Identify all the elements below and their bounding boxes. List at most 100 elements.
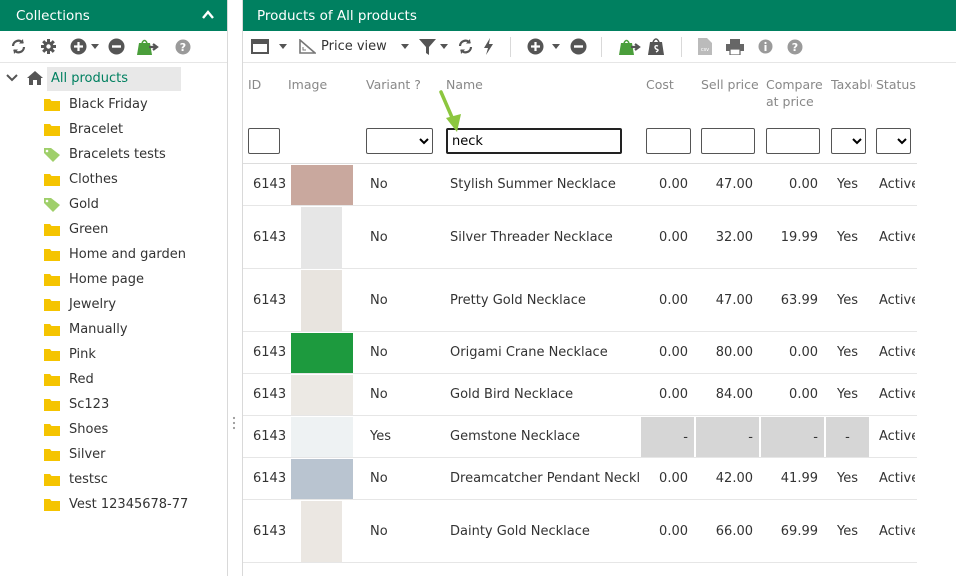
caret-down-icon[interactable] bbox=[279, 43, 287, 50]
tree-item[interactable]: Home and garden bbox=[44, 242, 186, 267]
cell-status: Active bbox=[879, 523, 915, 539]
csv-file-icon[interactable]: csv bbox=[697, 38, 712, 55]
col-header-variant[interactable]: Variant ? bbox=[366, 76, 441, 93]
tree-item[interactable]: Silver bbox=[44, 442, 106, 467]
tree-item[interactable]: testsc bbox=[44, 467, 108, 492]
table-row[interactable]: 6143YesGemstone Necklace----Active bbox=[243, 416, 917, 458]
id-filter-input[interactable] bbox=[248, 128, 280, 154]
cost-filter-input[interactable] bbox=[646, 128, 691, 154]
cell-sell: 47.00 bbox=[715, 177, 753, 192]
cell-name[interactable]: Dreamcatcher Pendant Necklace bbox=[446, 458, 640, 499]
cell-name[interactable]: Origami Crane Necklace bbox=[446, 332, 640, 373]
products-toolbar: Price view csv ? bbox=[243, 31, 956, 63]
col-header-sell-price[interactable]: Sell price bbox=[701, 76, 761, 93]
folder-icon bbox=[44, 398, 61, 411]
cell-status: Active bbox=[879, 429, 915, 444]
table-row[interactable]: 6143 No Dreamcatcher Pendant Necklace 0.00 4… bbox=[243, 458, 917, 500]
taxable-filter-select[interactable] bbox=[831, 128, 866, 154]
product-thumbnail[interactable] bbox=[301, 207, 342, 268]
cell-name[interactable]: Dainty Gold Necklace bbox=[446, 500, 640, 562]
tree-item[interactable]: Home page bbox=[44, 267, 144, 292]
col-header-image[interactable]: Image bbox=[288, 76, 358, 93]
name-filter-input[interactable] bbox=[446, 128, 622, 154]
remove-icon[interactable] bbox=[108, 38, 125, 55]
cell-sell: 84.00 bbox=[715, 387, 753, 402]
product-thumbnail[interactable] bbox=[301, 270, 342, 331]
tree-item[interactable]: Sc123 bbox=[44, 392, 109, 417]
product-thumbnail[interactable] bbox=[291, 417, 353, 457]
table-row[interactable]: 6143 No Stylish Summer Necklace 0.00 47.00 0.… bbox=[243, 164, 917, 206]
cell-taxable: Yes bbox=[837, 229, 858, 245]
table-row[interactable]: 6143 No Pretty Gold Necklace 0.00 47.00 63.99… bbox=[243, 269, 917, 332]
tree-item[interactable]: Shoes bbox=[44, 417, 108, 442]
remove-icon[interactable] bbox=[570, 38, 587, 55]
tree-item[interactable]: Manually bbox=[44, 317, 128, 342]
col-header-name[interactable]: Name bbox=[446, 76, 636, 93]
cell-name[interactable]: Pretty Gold Necklace bbox=[446, 269, 640, 331]
cell-name[interactable]: Gold Bird Necklace bbox=[446, 374, 640, 415]
sell-price-filter-input[interactable] bbox=[701, 128, 755, 154]
cell-id: 6143 bbox=[253, 523, 286, 539]
variant-filter-select[interactable] bbox=[366, 128, 433, 154]
col-header-id[interactable]: ID bbox=[248, 76, 288, 93]
tree-item[interactable]: Jewelry bbox=[44, 292, 116, 317]
tree-item[interactable]: Clothes bbox=[44, 167, 118, 192]
help-icon[interactable]: ? bbox=[175, 39, 191, 55]
tree-item[interactable]: Bracelet bbox=[44, 117, 123, 142]
caret-down-icon[interactable] bbox=[400, 43, 409, 50]
tree-item[interactable]: Red bbox=[44, 367, 94, 392]
tree-item[interactable]: Black Friday bbox=[44, 92, 148, 117]
cell-name[interactable]: Silver Threader Necklace bbox=[446, 206, 640, 268]
product-thumbnail[interactable] bbox=[291, 333, 353, 373]
tree-root-all-products[interactable]: All products bbox=[0, 67, 228, 91]
cell-name[interactable]: Stylish Summer Necklace bbox=[446, 164, 640, 205]
tree-item[interactable]: Bracelets tests bbox=[44, 142, 166, 167]
table-row[interactable]: 6143 No Gold Bird Necklace 0.00 84.00 0.00 Yes… bbox=[243, 374, 917, 416]
help-icon[interactable]: ? bbox=[787, 39, 803, 55]
compare-price-filter-input[interactable] bbox=[766, 128, 820, 154]
product-thumbnail[interactable] bbox=[291, 459, 353, 499]
table-row[interactable]: 6143 No Dainty Gold Necklace 0.00 66.00 69.99… bbox=[243, 500, 917, 563]
product-thumbnail[interactable] bbox=[291, 375, 353, 415]
table-row[interactable]: 6143 No Silver Threader Necklace 0.00 32.00 1… bbox=[243, 206, 917, 269]
window-icon[interactable] bbox=[251, 39, 269, 54]
gear-icon[interactable] bbox=[40, 38, 57, 55]
caret-down-icon[interactable] bbox=[439, 43, 448, 50]
cell-compare: - bbox=[761, 417, 824, 457]
folder-icon bbox=[44, 273, 61, 286]
shopify-sync-icon[interactable] bbox=[618, 38, 642, 56]
tree-item[interactable]: Vest 12345678-77 bbox=[44, 492, 188, 517]
shopify-bag-icon[interactable] bbox=[647, 37, 665, 56]
add-icon[interactable] bbox=[527, 38, 544, 55]
price-view-dropdown[interactable]: Price view bbox=[321, 39, 387, 54]
chevron-down-icon[interactable] bbox=[6, 73, 18, 83]
lightning-icon[interactable] bbox=[483, 38, 494, 55]
product-thumbnail[interactable] bbox=[301, 501, 342, 562]
col-header-status[interactable]: Status bbox=[876, 76, 917, 93]
caret-down-icon[interactable] bbox=[551, 43, 560, 50]
folder-icon bbox=[44, 373, 61, 386]
add-icon[interactable] bbox=[70, 38, 87, 55]
cell-status: Active bbox=[879, 177, 915, 192]
cell-name[interactable]: Gemstone Necklace bbox=[446, 416, 640, 457]
chevron-up-icon[interactable] bbox=[201, 8, 215, 22]
refresh-icon[interactable] bbox=[10, 38, 27, 55]
shopify-sync-icon[interactable] bbox=[136, 38, 160, 56]
col-header-taxable[interactable]: Taxable bbox=[831, 76, 872, 93]
tree-item[interactable]: Green bbox=[44, 217, 108, 242]
cell-compare: 41.99 bbox=[780, 471, 818, 486]
product-thumbnail[interactable] bbox=[291, 165, 353, 205]
refresh-icon[interactable] bbox=[457, 38, 474, 55]
tree-item[interactable]: Gold bbox=[44, 192, 99, 217]
filter-icon[interactable] bbox=[418, 38, 436, 55]
info-icon[interactable] bbox=[758, 39, 773, 54]
tree-item[interactable]: Pink bbox=[44, 342, 96, 367]
status-filter-select[interactable] bbox=[876, 128, 911, 154]
tree-item-label: Shoes bbox=[69, 422, 109, 437]
caret-down-icon[interactable] bbox=[91, 43, 99, 50]
panel-splitter[interactable] bbox=[231, 416, 237, 430]
col-header-cost[interactable]: Cost bbox=[646, 76, 696, 93]
print-icon[interactable] bbox=[725, 38, 744, 55]
col-header-compare-price[interactable]: Compare at price bbox=[766, 76, 826, 110]
table-row[interactable]: 6143 No Origami Crane Necklace 0.00 80.00 0.0… bbox=[243, 332, 917, 374]
